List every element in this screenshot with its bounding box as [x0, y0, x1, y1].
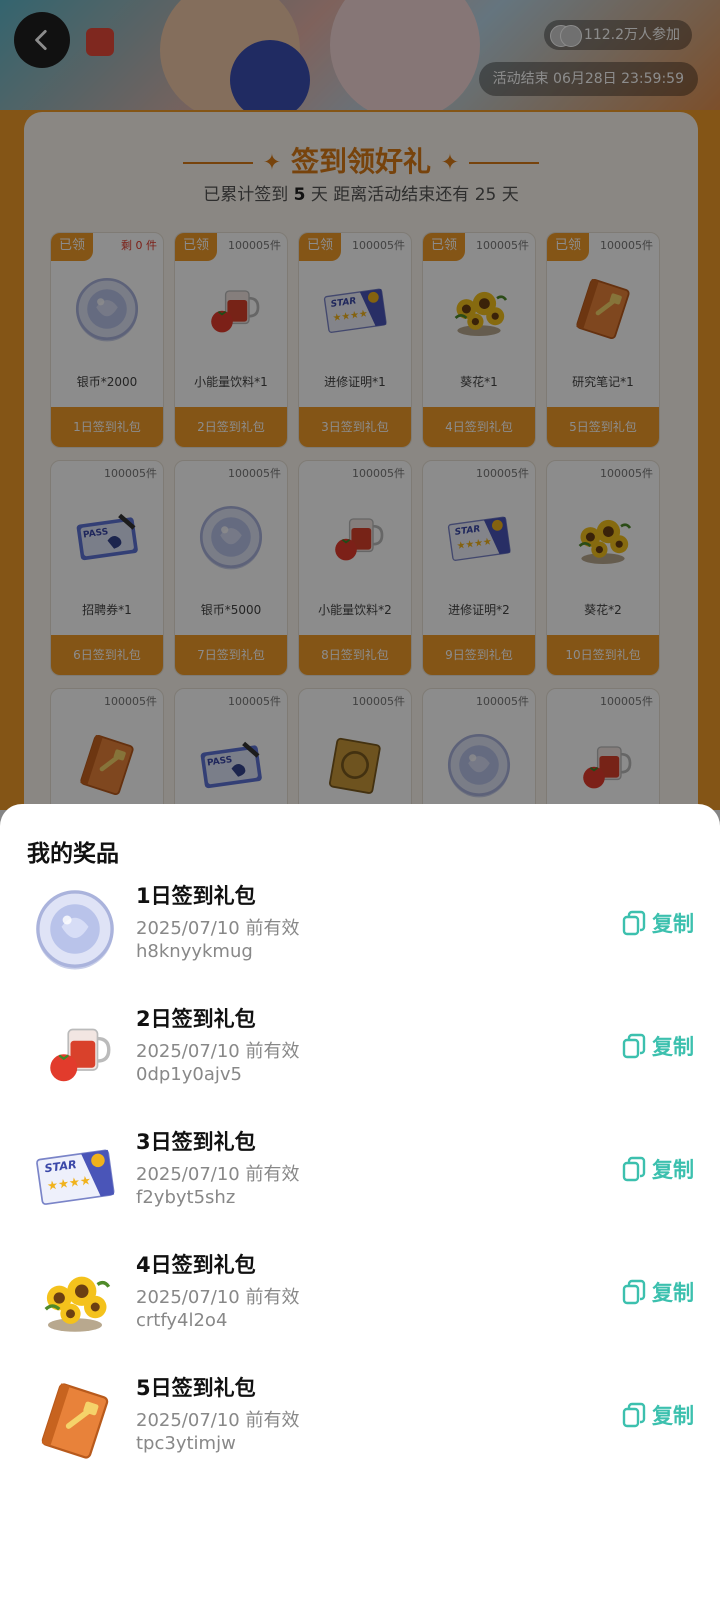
copy-button[interactable]: 复制 — [622, 1277, 694, 1307]
prize-row: 4日签到礼包 2025/07/10 前有效 crtfy4l2o4 复制 — [0, 1243, 720, 1353]
copy-button[interactable]: 复制 — [622, 1154, 694, 1184]
prize-name: 3日签到礼包 — [136, 1130, 256, 1154]
prize-name: 5日签到礼包 — [136, 1376, 256, 1400]
copy-button[interactable]: 复制 — [622, 908, 694, 938]
copy-icon — [622, 1033, 646, 1059]
copy-icon — [622, 1279, 646, 1305]
prize-row: STAR ★★★★ 3日签到礼包 2025/07/10 前有效 f2ybyt5shz 复制 — [0, 1120, 720, 1230]
prize-row: 2日签到礼包 2025/07/10 前有效 0dp1y0ajv5 复制 — [0, 997, 720, 1107]
silver-coin-icon — [30, 884, 120, 974]
copy-label: 复制 — [652, 1404, 694, 1428]
redeem-code: 0dp1y0ajv5 — [136, 1064, 242, 1085]
copy-label: 复制 — [652, 1035, 694, 1059]
redeem-code: crtfy4l2o4 — [136, 1310, 228, 1331]
prize-name: 4日签到礼包 — [136, 1253, 256, 1277]
sheet-title: 我的奖品 — [27, 841, 119, 867]
redeem-code: f2ybyt5shz — [136, 1187, 236, 1208]
redeem-code: h8knyykmug — [136, 941, 253, 962]
prize-expiry: 2025/07/10 前有效 — [136, 1041, 300, 1062]
prize-name: 2日签到礼包 — [136, 1007, 256, 1031]
copy-button[interactable]: 复制 — [622, 1031, 694, 1061]
prize-name: 1日签到礼包 — [136, 884, 256, 908]
energy-drink-icon — [30, 1007, 120, 1097]
copy-icon — [622, 1402, 646, 1428]
sunflower-icon — [30, 1253, 120, 1343]
prize-expiry: 2025/07/10 前有效 — [136, 918, 300, 939]
redeem-code: tpc3ytimjw — [136, 1433, 236, 1454]
star-certificate-icon: STAR ★★★★ — [30, 1130, 120, 1220]
copy-icon — [622, 910, 646, 936]
copy-label: 复制 — [652, 1158, 694, 1182]
prize-expiry: 2025/07/10 前有效 — [136, 1410, 300, 1431]
research-notebook-icon — [30, 1376, 120, 1466]
prize-expiry: 2025/07/10 前有效 — [136, 1164, 300, 1185]
copy-button[interactable]: 复制 — [622, 1400, 694, 1430]
copy-label: 复制 — [652, 912, 694, 936]
copy-icon — [622, 1156, 646, 1182]
copy-label: 复制 — [652, 1281, 694, 1305]
prize-expiry: 2025/07/10 前有效 — [136, 1287, 300, 1308]
my-prizes-sheet: 我的奖品 1日签到礼包 2025/07/10 前有效 h8knyykmug 复制 2日签… — [0, 804, 720, 1598]
prize-row: 5日签到礼包 2025/07/10 前有效 tpc3ytimjw 复制 — [0, 1366, 720, 1476]
prize-row: 1日签到礼包 2025/07/10 前有效 h8knyykmug 复制 — [0, 874, 720, 984]
